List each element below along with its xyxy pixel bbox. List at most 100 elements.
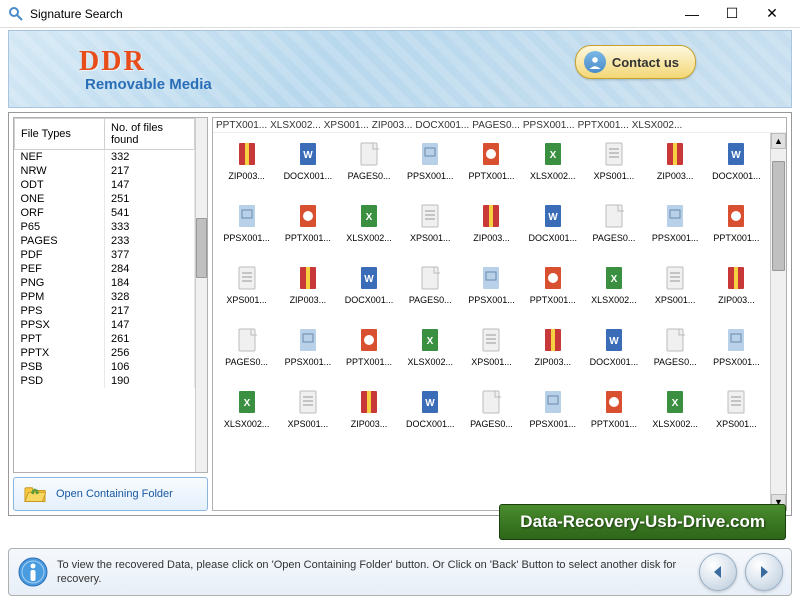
file-count-cell: 256 (105, 346, 195, 360)
file-item[interactable]: XPS001... (401, 203, 460, 261)
file-item[interactable]: PPSX001... (401, 141, 460, 199)
forward-button[interactable] (745, 553, 783, 591)
file-item[interactable]: WDOCX001... (523, 203, 582, 261)
file-item[interactable]: PPSX001... (523, 389, 582, 447)
table-row[interactable]: PPTX256 (15, 346, 195, 360)
pptx-file-icon (357, 327, 381, 355)
pages-file-icon (602, 203, 626, 231)
table-scrollbar[interactable] (195, 118, 207, 472)
zip-file-icon (296, 265, 320, 293)
file-name-label: ZIP003... (351, 419, 388, 429)
back-button[interactable] (699, 553, 737, 591)
file-item[interactable]: PAGES0... (401, 265, 460, 323)
file-item[interactable]: PPSX001... (707, 327, 766, 385)
table-row[interactable]: PPM328 (15, 290, 195, 304)
brand-banner-link[interactable]: Data-Recovery-Usb-Drive.com (499, 504, 786, 540)
docx-file-icon: W (541, 203, 565, 231)
breadcrumb[interactable]: PPTX001...XLSX002...XPS001...ZIP003...DO… (213, 118, 786, 133)
file-item[interactable]: XPS001... (462, 327, 521, 385)
file-item[interactable]: XXLSX002... (584, 265, 643, 323)
file-item[interactable]: WDOCX001... (401, 389, 460, 447)
docx-file-icon: W (602, 327, 626, 355)
file-item[interactable]: PPTX001... (523, 265, 582, 323)
file-item[interactable]: PPTX001... (339, 327, 398, 385)
breadcrumb-item[interactable]: XLSX002... (632, 120, 683, 131)
file-item[interactable]: XPS001... (278, 389, 337, 447)
breadcrumb-item[interactable]: ZIP003... (372, 120, 413, 131)
file-item[interactable]: XXLSX002... (646, 389, 705, 447)
file-types-table[interactable]: File Types No. of files found NEF332NRW2… (13, 117, 208, 473)
breadcrumb-item[interactable]: DOCX001... (415, 120, 469, 131)
file-item[interactable]: PPTX001... (278, 203, 337, 261)
table-row[interactable]: PNG184 (15, 276, 195, 290)
file-item[interactable]: ZIP003... (707, 265, 766, 323)
header-banner: DDR Removable Media Contact us (8, 30, 792, 108)
minimize-button[interactable]: — (672, 2, 712, 26)
file-item[interactable]: PPSX001... (462, 265, 521, 323)
file-item[interactable]: ZIP003... (217, 141, 276, 199)
file-item[interactable]: WDOCX001... (278, 141, 337, 199)
table-row[interactable]: PPT261 (15, 332, 195, 346)
file-item[interactable]: XXLSX002... (401, 327, 460, 385)
file-item[interactable]: PPSX001... (278, 327, 337, 385)
table-row[interactable]: P65333 (15, 220, 195, 234)
col-file-types[interactable]: File Types (15, 119, 105, 150)
scroll-up-arrow[interactable]: ▲ (771, 133, 786, 149)
pptx-file-icon (541, 265, 565, 293)
file-item[interactable]: PAGES0... (339, 141, 398, 199)
files-scrollbar[interactable]: ▲ ▼ (770, 133, 786, 510)
footer-bar: To view the recovered Data, please click… (8, 548, 792, 596)
file-item[interactable]: PAGES0... (646, 327, 705, 385)
file-item[interactable]: ZIP003... (339, 389, 398, 447)
file-item[interactable]: PPTX001... (584, 389, 643, 447)
breadcrumb-item[interactable]: PPTX001... (216, 120, 267, 131)
file-item[interactable]: XXLSX002... (217, 389, 276, 447)
table-row[interactable]: PDF377 (15, 248, 195, 262)
file-item[interactable]: PPTX001... (462, 141, 521, 199)
breadcrumb-item[interactable]: PPSX001... (523, 120, 575, 131)
table-row[interactable]: PSD190 (15, 374, 195, 388)
table-row[interactable]: ORF541 (15, 206, 195, 220)
col-files-found[interactable]: No. of files found (105, 119, 195, 150)
file-item[interactable]: ZIP003... (278, 265, 337, 323)
file-item[interactable]: XXLSX002... (339, 203, 398, 261)
file-item[interactable]: PPSX001... (217, 203, 276, 261)
table-row[interactable]: ODT147 (15, 178, 195, 192)
table-row[interactable]: NEF332 (15, 150, 195, 165)
breadcrumb-item[interactable]: XPS001... (324, 120, 369, 131)
open-containing-folder-button[interactable]: Open Containing Folder (13, 477, 208, 511)
ppsx-file-icon (663, 203, 687, 231)
file-item[interactable]: PAGES0... (584, 203, 643, 261)
file-type-cell: ONE (15, 192, 105, 206)
file-item[interactable]: WDOCX001... (584, 327, 643, 385)
table-row[interactable]: PSB106 (15, 360, 195, 374)
breadcrumb-item[interactable]: XLSX002... (270, 120, 321, 131)
table-row[interactable]: PPSX147 (15, 318, 195, 332)
contact-us-button[interactable]: Contact us (575, 45, 696, 79)
file-item[interactable]: PPSX001... (646, 203, 705, 261)
breadcrumb-item[interactable]: PAGES0... (472, 120, 520, 131)
file-item[interactable]: XPS001... (217, 265, 276, 323)
file-item[interactable]: ZIP003... (462, 203, 521, 261)
file-name-label: PAGES0... (348, 171, 391, 181)
table-row[interactable]: NRW217 (15, 164, 195, 178)
file-item[interactable]: WDOCX001... (339, 265, 398, 323)
breadcrumb-item[interactable]: PPTX001... (578, 120, 629, 131)
table-row[interactable]: PPS217 (15, 304, 195, 318)
table-row[interactable]: PEF284 (15, 262, 195, 276)
file-item[interactable]: WDOCX001... (707, 141, 766, 199)
file-item[interactable]: ZIP003... (523, 327, 582, 385)
file-item[interactable]: ZIP003... (646, 141, 705, 199)
close-button[interactable]: ✕ (752, 2, 792, 26)
file-item[interactable]: PPTX001... (707, 203, 766, 261)
file-item[interactable]: XXLSX002... (523, 141, 582, 199)
file-item[interactable]: PAGES0... (462, 389, 521, 447)
file-item[interactable]: PAGES0... (217, 327, 276, 385)
file-item[interactable]: XPS001... (584, 141, 643, 199)
file-item[interactable]: XPS001... (646, 265, 705, 323)
table-row[interactable]: ONE251 (15, 192, 195, 206)
table-row[interactable]: PAGES233 (15, 234, 195, 248)
maximize-button[interactable]: ☐ (712, 2, 752, 26)
files-grid[interactable]: ZIP003...WDOCX001...PAGES0...PPSX001...P… (213, 133, 770, 510)
file-item[interactable]: XPS001... (707, 389, 766, 447)
